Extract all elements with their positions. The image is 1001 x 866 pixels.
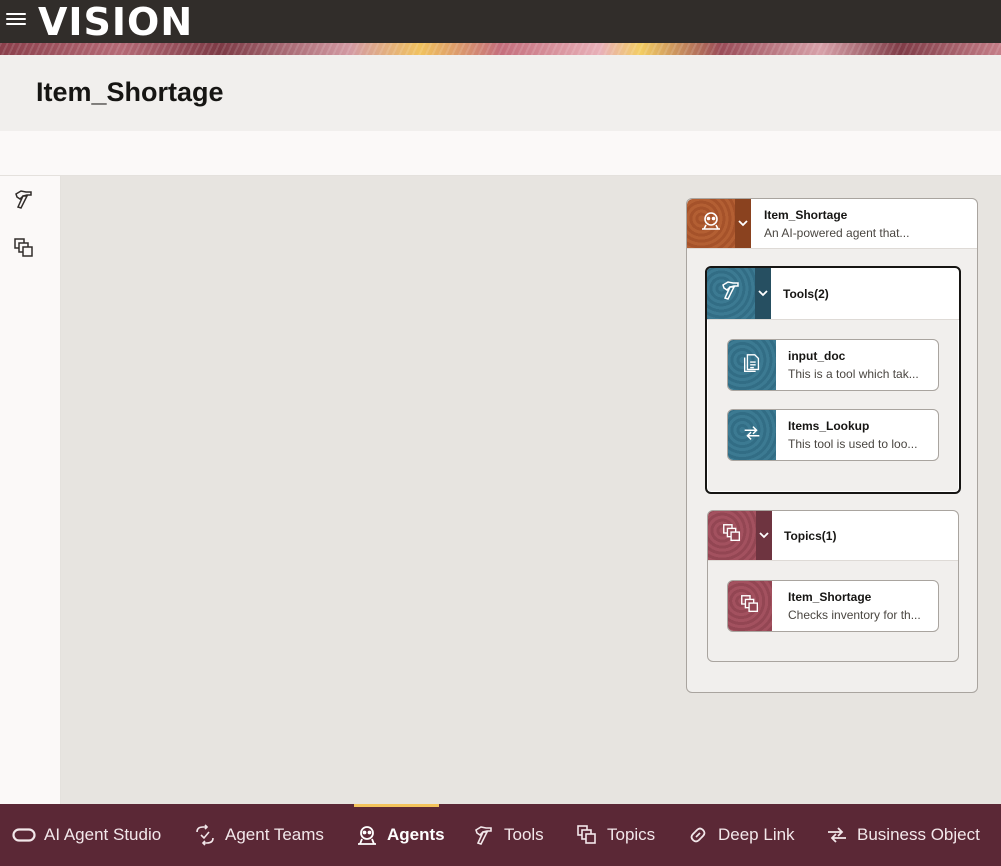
topics-icon bbox=[575, 824, 599, 846]
nav-topics[interactable]: Topics bbox=[575, 804, 655, 866]
tool-tile bbox=[728, 410, 776, 460]
topic-tile bbox=[728, 581, 772, 631]
topics-group-title: Topics(1) bbox=[784, 529, 837, 543]
tools-tile bbox=[707, 268, 755, 319]
business-object-icon bbox=[741, 422, 763, 449]
topics-icon[interactable] bbox=[12, 236, 36, 260]
nav-label: AI Agent Studio bbox=[44, 825, 162, 844]
hammer-icon bbox=[719, 279, 743, 308]
topics-icon bbox=[721, 522, 743, 549]
page-header: Item_Shortage bbox=[0, 55, 1001, 131]
nav-label: Business Object bbox=[857, 825, 980, 844]
tool-description: This is a tool which tak... bbox=[788, 367, 919, 381]
topics-group-header[interactable]: Topics(1) bbox=[708, 511, 958, 561]
agent-collapse-toggle[interactable] bbox=[735, 199, 751, 248]
oracle-logo-icon bbox=[12, 828, 36, 842]
tool-name: Items_Lookup bbox=[788, 419, 870, 433]
topics-group[interactable]: Topics(1) Item_Shortage Checks inventory… bbox=[707, 510, 959, 662]
tool-card-items-lookup[interactable]: Items_Lookup This tool is used to loo... bbox=[727, 409, 939, 461]
top-bar: VISION bbox=[0, 0, 1001, 43]
tool-tile bbox=[728, 340, 776, 390]
nav-label: Tools bbox=[504, 825, 544, 844]
hamburger-menu-icon[interactable] bbox=[6, 10, 26, 28]
link-icon bbox=[686, 824, 710, 846]
topics-collapse-toggle[interactable] bbox=[756, 511, 772, 560]
nav-agents[interactable]: Agents bbox=[355, 804, 445, 866]
nav-tools[interactable]: Tools bbox=[472, 804, 544, 866]
toolbar-area bbox=[0, 131, 1001, 176]
nav-ai-agent-studio[interactable]: AI Agent Studio bbox=[12, 804, 161, 866]
topic-name: Item_Shortage bbox=[788, 590, 872, 604]
topic-card-item-shortage[interactable]: Item_Shortage Checks inventory for th... bbox=[727, 580, 939, 632]
chevron-down-icon bbox=[758, 285, 768, 303]
topics-icon bbox=[739, 593, 761, 620]
nav-business-object[interactable]: Business Object bbox=[825, 804, 980, 866]
nav-agent-teams[interactable]: Agent Teams bbox=[193, 804, 324, 866]
active-tab-indicator bbox=[354, 804, 439, 807]
hammer-icon bbox=[472, 824, 496, 846]
nav-label: Agent Teams bbox=[225, 825, 324, 844]
agent-card-header[interactable]: Item_Shortage An AI-powered agent that..… bbox=[687, 199, 977, 249]
hammer-icon[interactable] bbox=[12, 188, 36, 212]
nav-label: Topics bbox=[607, 825, 656, 844]
page-title: Item_Shortage bbox=[36, 77, 224, 107]
nav-label: Agents bbox=[387, 825, 445, 844]
tool-description: This tool is used to loo... bbox=[788, 437, 918, 451]
chevron-down-icon bbox=[738, 215, 748, 233]
agent-icon bbox=[355, 824, 379, 846]
tools-group-title: Tools(2) bbox=[783, 287, 829, 301]
decorative-banner bbox=[0, 43, 1001, 55]
agent-node[interactable]: Item_Shortage An AI-powered agent that..… bbox=[686, 198, 978, 693]
topics-tile bbox=[708, 511, 756, 560]
nav-deep-link[interactable]: Deep Link bbox=[686, 804, 795, 866]
tools-group-header[interactable]: Tools(2) bbox=[707, 268, 959, 320]
tool-name: input_doc bbox=[788, 349, 846, 363]
agent-name: Item_Shortage bbox=[764, 208, 848, 222]
tool-palette bbox=[0, 176, 61, 804]
agent-tile bbox=[687, 199, 735, 248]
document-icon bbox=[741, 352, 763, 379]
topic-description: Checks inventory for th... bbox=[788, 608, 921, 622]
nav-label: Deep Link bbox=[718, 825, 795, 844]
chevron-down-icon bbox=[759, 527, 769, 545]
tools-group[interactable]: Tools(2) input_doc This is a tool which … bbox=[705, 266, 961, 494]
business-object-icon bbox=[825, 824, 849, 846]
tool-card-input-doc[interactable]: input_doc This is a tool which tak... bbox=[727, 339, 939, 391]
bottom-navigation: AI Agent Studio Agent Teams Agents Tools… bbox=[0, 804, 1001, 866]
agent-icon bbox=[699, 209, 723, 238]
agent-description: An AI-powered agent that... bbox=[764, 226, 910, 240]
agent-teams-icon bbox=[193, 824, 217, 846]
tools-collapse-toggle[interactable] bbox=[755, 268, 771, 319]
brand-logo: VISION bbox=[38, 0, 194, 44]
